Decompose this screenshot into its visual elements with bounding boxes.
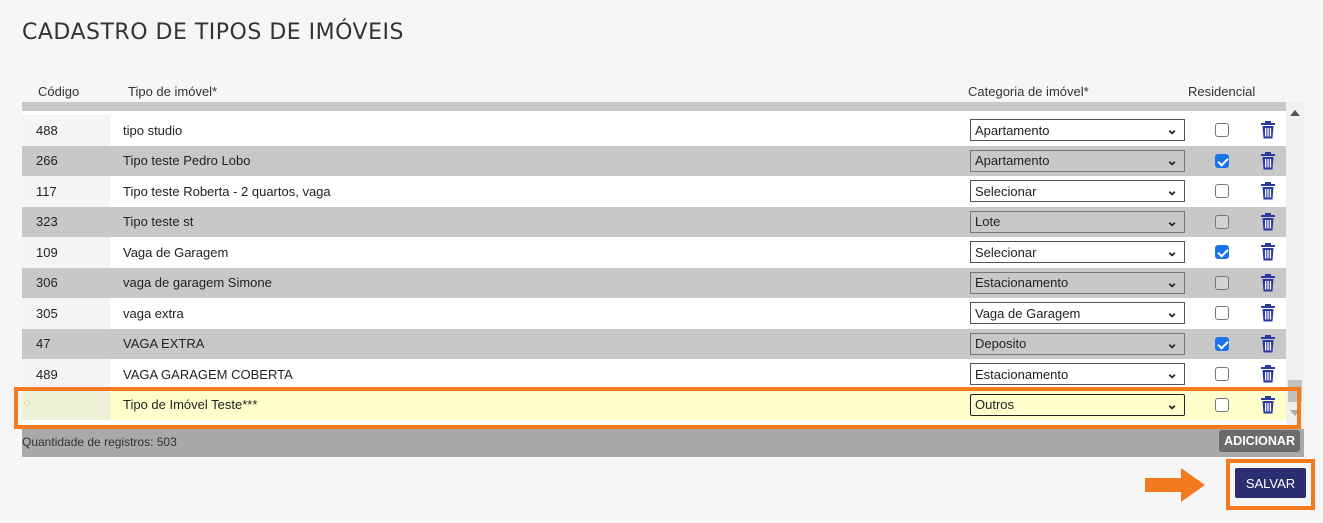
type-cell[interactable]: Vaga de Garagem xyxy=(123,237,228,268)
code-cell[interactable]: 305 xyxy=(22,298,110,329)
chevron-down-icon: ⌄ xyxy=(1166,273,1178,290)
category-select[interactable]: Lote ⌄ xyxy=(970,210,1185,233)
category-select[interactable]: Apartamento ⌄ xyxy=(970,149,1185,172)
property-types-grid: 488 tipo studio Apartamento ⌄ 266 Tipo teste … xyxy=(22,102,1304,429)
residential-checkbox[interactable] xyxy=(1215,275,1229,290)
table-row[interactable]: 117 Tipo teste Roberta - 2 quartos, vaga S… xyxy=(22,176,1286,207)
residential-checkbox[interactable] xyxy=(1215,336,1229,351)
trash-icon[interactable] xyxy=(1261,304,1275,322)
code-cell[interactable]: 266 xyxy=(22,145,110,176)
save-button[interactable]: SALVAR xyxy=(1235,468,1306,498)
record-count: Quantidade de registros: 503 xyxy=(22,435,177,449)
code-cell[interactable]: 306 xyxy=(22,267,110,298)
category-select[interactable]: Selecionar ⌄ xyxy=(970,180,1185,202)
arrow-right-icon xyxy=(1145,468,1205,502)
add-button[interactable]: ADICIONAR xyxy=(1219,430,1300,452)
trash-icon[interactable] xyxy=(1261,273,1275,292)
table-row[interactable]: 305 vaga extra Vaga de Garagem ⌄ xyxy=(22,298,1286,329)
type-cell[interactable]: Tipo teste st xyxy=(123,207,193,238)
trash-icon[interactable] xyxy=(1261,334,1275,353)
category-value: Estacionamento xyxy=(975,275,1069,290)
code-cell[interactable]: 109 xyxy=(22,237,110,268)
table-row[interactable]: 109 Vaga de Garagem Selecionar ⌄ xyxy=(22,237,1286,268)
col-residential-header[interactable]: Residencial xyxy=(1188,84,1255,99)
trash-icon[interactable] xyxy=(1261,243,1275,261)
residential-checkbox[interactable] xyxy=(1215,153,1229,168)
chevron-down-icon: ⌄ xyxy=(1166,365,1178,381)
category-select[interactable]: Apartamento ⌄ xyxy=(970,119,1185,141)
category-value: Apartamento xyxy=(975,122,1050,138)
chevron-down-icon: ⌄ xyxy=(1166,334,1178,351)
category-select[interactable]: Deposito ⌄ xyxy=(970,332,1185,355)
code-cell[interactable]: 117 xyxy=(22,176,110,207)
category-select[interactable]: Estacionamento ⌄ xyxy=(970,363,1185,385)
code-cell[interactable]: 323 xyxy=(22,206,110,237)
category-value: Vaga de Garagem xyxy=(975,305,1081,321)
table-row[interactable]: 306 vaga de garagem Simone Estacionamento ⌄ xyxy=(22,267,1286,299)
new-row-highlight xyxy=(14,387,1301,429)
table-row[interactable]: 488 tipo studio Apartamento ⌄ xyxy=(22,115,1286,146)
col-type-header[interactable]: Tipo de imóvel* xyxy=(128,84,217,99)
category-select[interactable]: Selecionar ⌄ xyxy=(970,241,1185,263)
category-value: Lote xyxy=(975,214,1001,229)
table-header: Código Tipo de imóvel* Categoria de imóv… xyxy=(22,84,1304,102)
trash-icon[interactable] xyxy=(1261,212,1275,231)
chevron-down-icon: ⌄ xyxy=(1166,182,1178,198)
col-category-header[interactable]: Categoria de imóvel* xyxy=(968,84,1089,99)
chevron-down-icon: ⌄ xyxy=(1166,243,1178,259)
residential-checkbox[interactable] xyxy=(1215,184,1229,198)
chevron-down-icon: ⌄ xyxy=(1166,212,1178,229)
type-cell[interactable]: vaga de garagem Simone xyxy=(123,268,272,299)
residential-checkbox[interactable] xyxy=(1215,367,1229,381)
table-row[interactable]: 266 Tipo teste Pedro Lobo Apartamento ⌄ xyxy=(22,145,1286,177)
category-value: Deposito xyxy=(975,336,1027,351)
code-cell[interactable]: 488 xyxy=(22,115,110,146)
table-row[interactable]: 323 Tipo teste st Lote ⌄ xyxy=(22,206,1286,238)
category-select[interactable]: Estacionamento ⌄ xyxy=(970,271,1185,294)
table-row[interactable]: 489 VAGA GARAGEM COBERTA Estacionamento ⌄ xyxy=(22,359,1286,390)
col-code-header[interactable]: Código xyxy=(38,84,79,99)
chevron-down-icon: ⌄ xyxy=(1166,121,1178,137)
category-value: Estacionamento xyxy=(975,366,1069,382)
page-title: CADASTRO DE TIPOS DE IMÓVEIS xyxy=(22,20,404,45)
chevron-down-icon: ⌄ xyxy=(1166,304,1178,320)
type-cell[interactable]: VAGA GARAGEM COBERTA xyxy=(123,359,293,390)
trash-icon[interactable] xyxy=(1261,365,1275,383)
type-cell[interactable]: vaga extra xyxy=(123,298,184,329)
type-cell[interactable]: tipo studio xyxy=(123,115,182,146)
type-cell[interactable]: Tipo teste Pedro Lobo xyxy=(123,146,250,177)
category-value: Selecionar xyxy=(975,183,1037,199)
code-cell[interactable]: 47 xyxy=(22,328,110,359)
category-value: Apartamento xyxy=(975,153,1050,168)
residential-checkbox[interactable] xyxy=(1215,306,1229,320)
trash-icon[interactable] xyxy=(1261,182,1275,200)
residential-checkbox[interactable] xyxy=(1215,245,1229,259)
trash-icon[interactable] xyxy=(1261,121,1275,139)
residential-checkbox[interactable] xyxy=(1215,214,1229,229)
partial-row xyxy=(22,102,1286,111)
type-cell[interactable]: Tipo teste Roberta - 2 quartos, vaga xyxy=(123,176,331,207)
scroll-up-icon[interactable] xyxy=(1290,110,1300,116)
trash-icon[interactable] xyxy=(1261,151,1275,170)
category-value: Selecionar xyxy=(975,244,1037,260)
grid-footer: Quantidade de registros: 503 ADICIONAR xyxy=(22,429,1304,457)
residential-checkbox[interactable] xyxy=(1215,123,1229,137)
category-select[interactable]: Vaga de Garagem ⌄ xyxy=(970,302,1185,324)
table-row[interactable]: 47 VAGA EXTRA Deposito ⌄ xyxy=(22,328,1286,360)
grid-scrollbar[interactable] xyxy=(1286,102,1304,429)
chevron-down-icon: ⌄ xyxy=(1166,151,1178,168)
code-cell[interactable]: 489 xyxy=(22,359,110,390)
type-cell[interactable]: VAGA EXTRA xyxy=(123,329,204,360)
